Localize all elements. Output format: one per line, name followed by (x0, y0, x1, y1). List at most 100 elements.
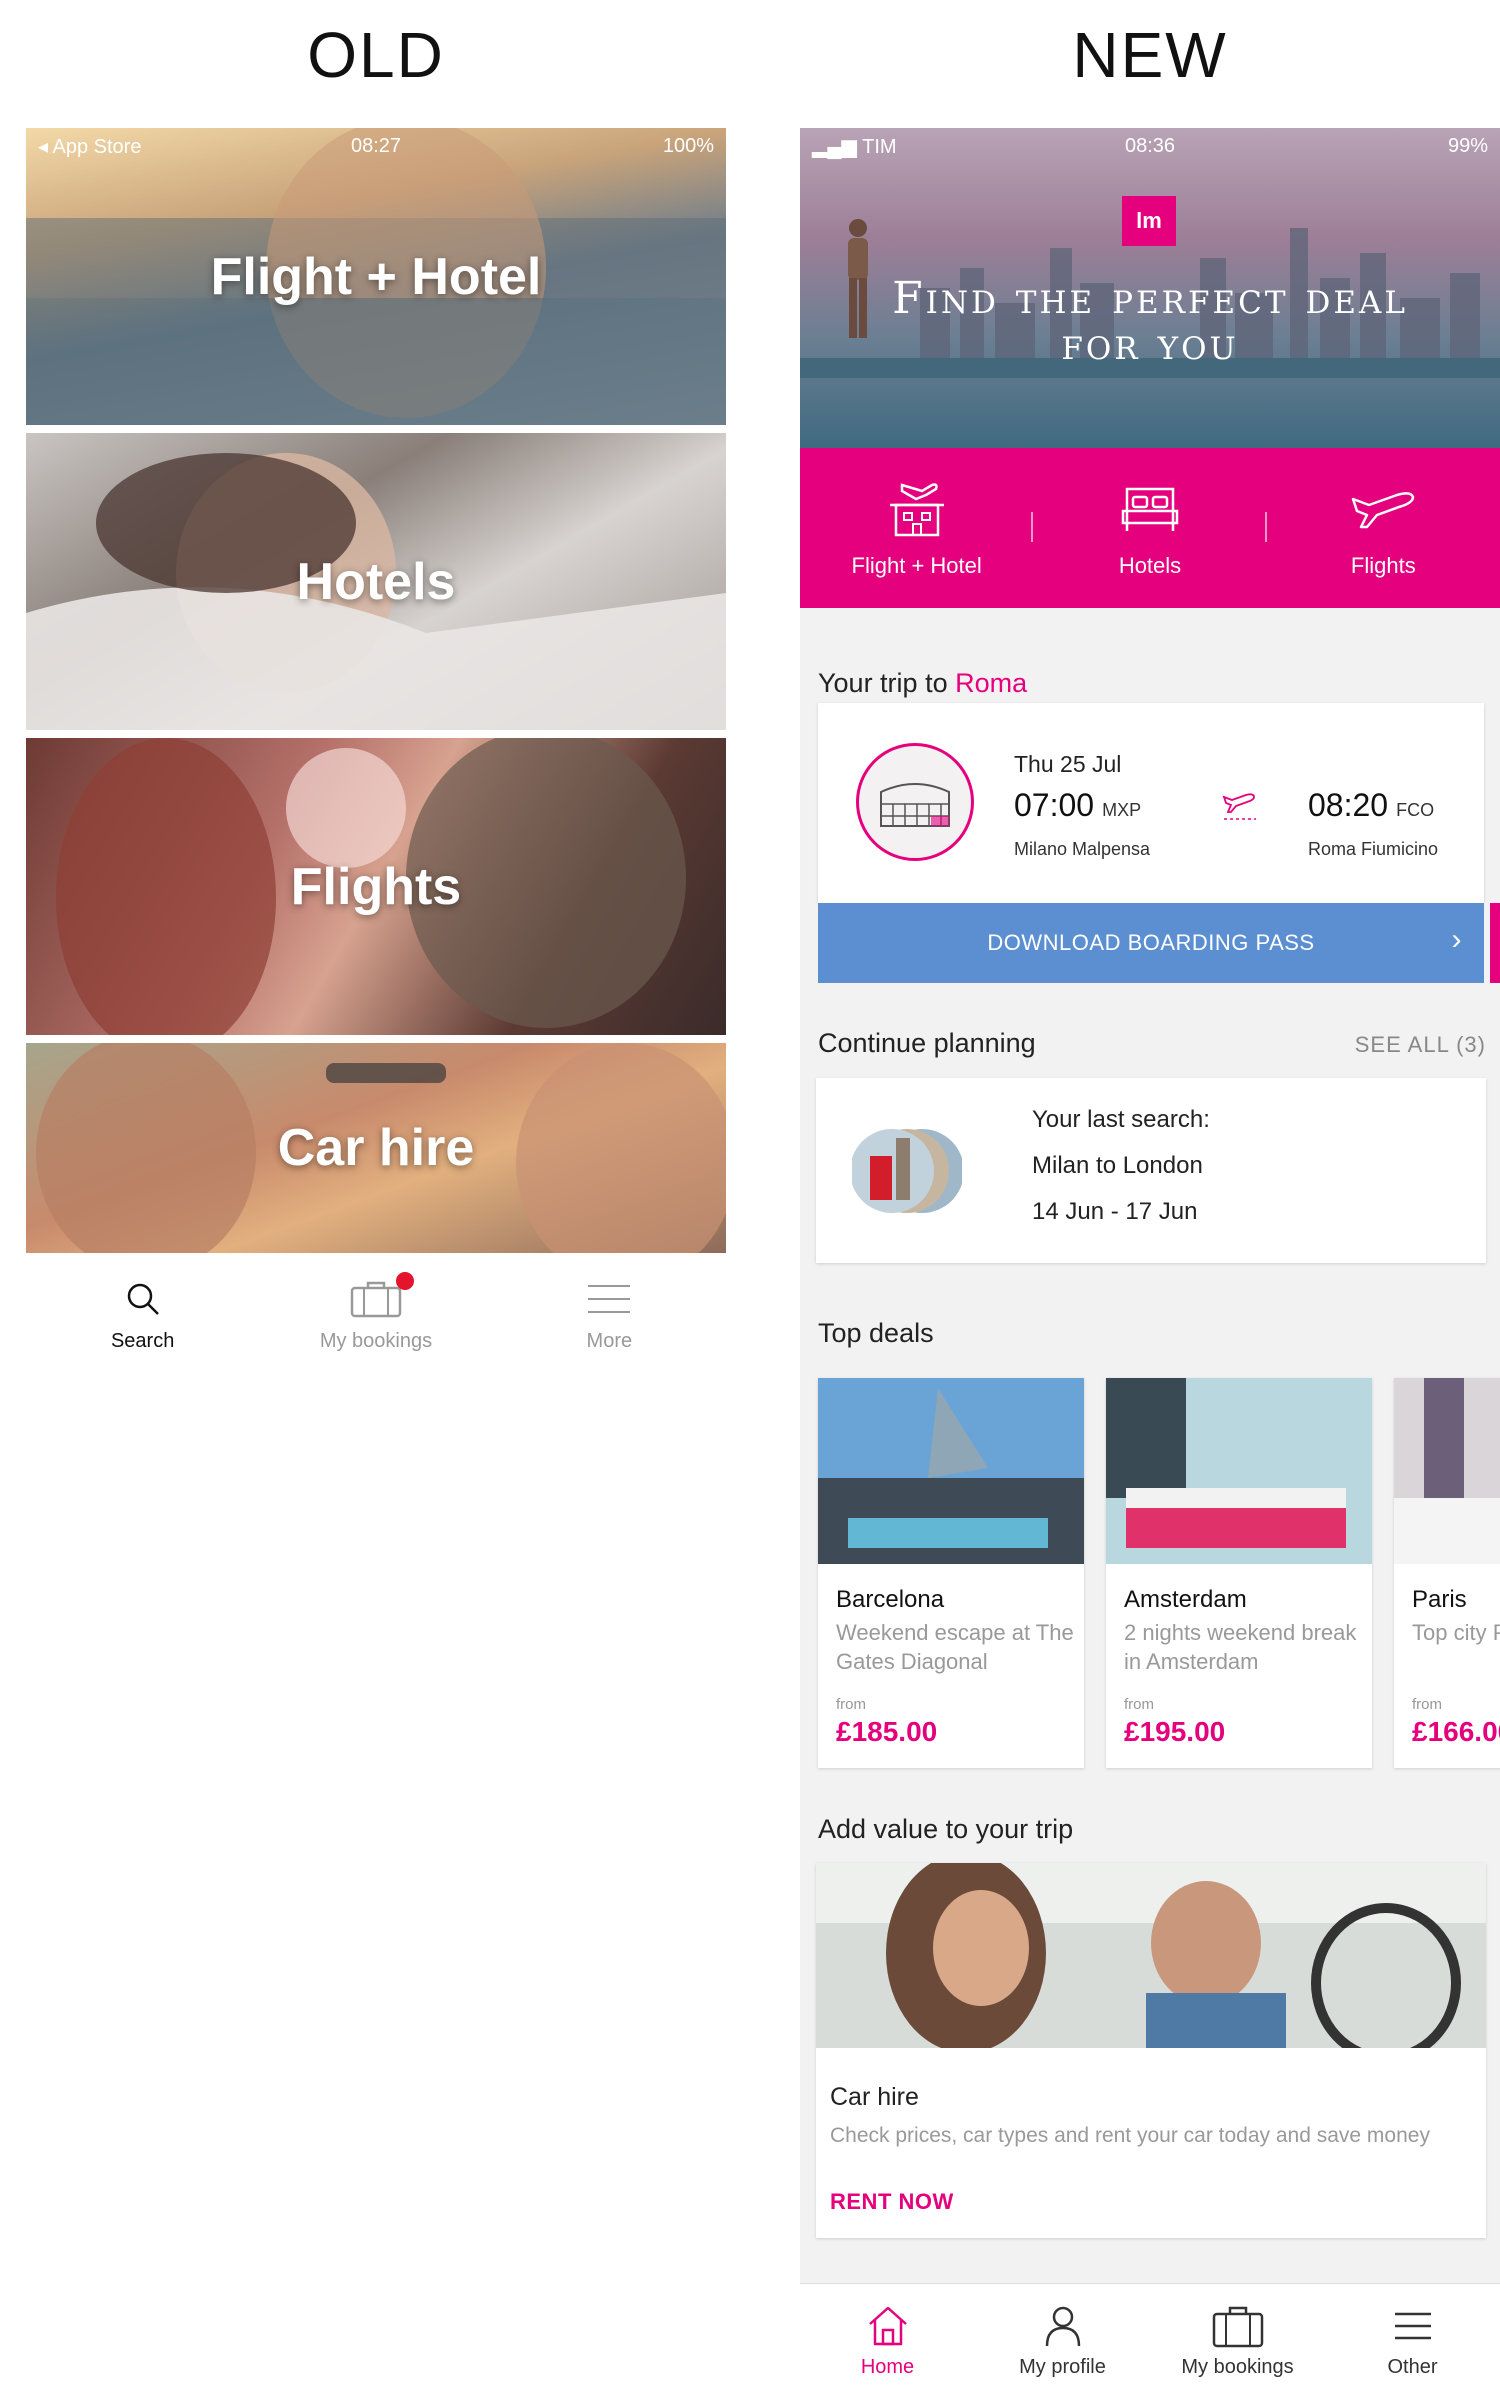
tab-more[interactable]: More (493, 1258, 726, 1368)
last-search-dates: 14 Jun - 17 Jun (1032, 1198, 1198, 1225)
plane-icon (1352, 492, 1415, 529)
new-heading: NEW (1072, 19, 1228, 91)
category-label: Hotels (1118, 553, 1182, 578)
tile-label: Flight + Hotel (210, 247, 542, 306)
london-icon (852, 1129, 962, 1213)
back-to-app-store[interactable]: ◂ App Store (38, 134, 263, 159)
arrival-airport: Roma Fiumicino (1308, 839, 1439, 859)
category-label: Flights (1350, 553, 1416, 578)
departure-airport: Milano Malpensa (1014, 839, 1151, 859)
tab-my-profile[interactable]: My profile (975, 2284, 1150, 2400)
category-bar: Flight + Hotel Hotels Flights (800, 448, 1500, 608)
old-app-screen: ◂ App Store 08:27 100% Flight + Hotel Ho… (26, 128, 726, 1368)
planning-section-title: Continue planning (818, 1028, 1036, 1058)
add-value-title: Add value to your trip (818, 1814, 1074, 1844)
status-bar: ▂▄▆ TIM 08:36 99% (800, 128, 1500, 164)
category-hotels[interactable]: Hotels (1033, 448, 1267, 608)
paris-hotel-photo (1394, 1378, 1500, 1564)
colosseum-icon (880, 783, 950, 827)
brand-logo: lm (1122, 196, 1176, 246)
tile-flights[interactable]: Flights (26, 738, 726, 1035)
rent-now-link[interactable]: RENT NOW (830, 2189, 954, 2215)
trip-date: Thu 25 Jul (1014, 751, 1122, 777)
old-heading: OLD (307, 19, 445, 91)
deal-city: Barcelona (836, 1586, 945, 1613)
car-hire-title: Car hire (830, 2083, 919, 2111)
trip-card[interactable]: Thu 25 Jul 07:00 MXP Milano Malpensa 08:2… (818, 703, 1484, 903)
tab-my-bookings[interactable]: My bookings (259, 1258, 492, 1368)
deal-card-amsterdam[interactable]: Amsterdam 2 nights weekend break in Amst… (1106, 1378, 1372, 1768)
notification-badge (396, 1272, 415, 1290)
last-search-route: Milan to London (1032, 1152, 1203, 1179)
deal-description: 2 nights weekend break in Amsterdam (1124, 1620, 1357, 1674)
category-label: Flight + Hotel (851, 553, 982, 578)
tile-label: Car hire (277, 1119, 475, 1177)
menu-icon (588, 1285, 631, 1313)
status-time: 08:27 (350, 134, 402, 157)
battery-level: 100% (662, 134, 714, 157)
deal-from-label: from (836, 1696, 866, 1713)
status-bar: ◂ App Store 08:27 100% (26, 128, 726, 164)
tile-car-hire[interactable]: Car hire (26, 1043, 726, 1253)
category-flight-hotel[interactable]: Flight + Hotel (800, 448, 1034, 608)
tile-label: Hotels (296, 552, 456, 611)
top-deals-title: Top deals (818, 1318, 934, 1348)
tab-label: More (586, 1330, 633, 1352)
tab-label: My profile (1019, 2356, 1106, 2378)
amsterdam-hotel-photo (1106, 1378, 1372, 1564)
tile-hotels[interactable]: Hotels (26, 433, 726, 730)
menu-icon (1394, 2312, 1431, 2340)
new-tab-bar: Home My profile My bookings Other (800, 2283, 1500, 2400)
tab-label: My bookings (1181, 2356, 1294, 2378)
deal-card-paris[interactable]: Paris Top city Paris in ... from £166.00 (1394, 1378, 1500, 1768)
deal-price: £185.00 (836, 1716, 938, 1747)
new-app-screen: ▂▄▆ TIM 08:36 99% lm Find the perfect de… (800, 128, 1500, 2400)
last-search-card[interactable]: Your last search: Milan to London 14 Jun… (816, 1078, 1486, 1263)
departure-time: 07:00 MXP (1014, 787, 1142, 823)
last-search-label: Your last search: (1032, 1106, 1210, 1133)
category-flights[interactable]: Flights (1267, 448, 1500, 608)
tile-label: Flights (290, 857, 462, 916)
tile-flight-hotel[interactable]: Flight + Hotel (26, 128, 726, 425)
button-label: DOWNLOAD BOARDING PASS (987, 930, 1315, 955)
battery-level: 99% (1447, 134, 1488, 157)
hero-banner: ▂▄▆ TIM 08:36 99% lm Find the perfect de… (800, 128, 1500, 448)
hero-title: Find the perfect deal for you (892, 273, 1408, 371)
chevron-right-icon: › (1451, 923, 1462, 956)
couple-in-car-photo (816, 1863, 1486, 2048)
deal-from-label: from (1412, 1696, 1442, 1713)
deal-city: Paris (1412, 1586, 1467, 1613)
tab-search[interactable]: Search (26, 1258, 259, 1368)
suitcase-icon (350, 1281, 402, 1318)
deal-from-label: from (1124, 1696, 1154, 1713)
tab-my-bookings[interactable]: My bookings (1150, 2284, 1325, 2400)
arrival-time: 08:20 FCO (1308, 787, 1435, 823)
suitcase-icon (1212, 2306, 1263, 2348)
home-icon (868, 2306, 907, 2346)
profile-icon (1045, 2306, 1080, 2347)
flight-hotel-icon (889, 483, 944, 537)
trip-section-title: Your trip to Roma (818, 668, 1028, 698)
deal-price: £195.00 (1124, 1716, 1226, 1747)
tab-label: Search (110, 1330, 175, 1352)
tab-other[interactable]: Other (1325, 2284, 1500, 2400)
bed-icon (1121, 487, 1179, 531)
tab-home[interactable]: Home (800, 2284, 975, 2400)
tab-label: My bookings (319, 1330, 433, 1352)
deal-price: £166.00 (1412, 1716, 1500, 1747)
deal-description: Weekend escape at The Gates Diagonal (836, 1620, 1074, 1674)
old-tab-bar: Search My bookings More (26, 1258, 726, 1368)
deal-description: Top city Paris in ... (1412, 1620, 1500, 1645)
next-card-peek[interactable] (1490, 903, 1500, 983)
barcelona-hotel-photo (818, 1378, 1084, 1564)
car-hire-description: Check prices, car types and rent your ca… (830, 2124, 1430, 2147)
tab-label: Home (860, 2356, 915, 2378)
destination-image (856, 743, 974, 861)
plane-icon (1222, 793, 1256, 820)
download-boarding-pass-button[interactable]: DOWNLOAD BOARDING PASS › (818, 903, 1484, 983)
deal-card-barcelona[interactable]: Barcelona Weekend escape at The Gates Di… (818, 1378, 1084, 1768)
car-hire-card[interactable]: Car hire Check prices, car types and ren… (816, 1863, 1486, 2238)
deal-city: Amsterdam (1124, 1586, 1247, 1613)
carrier: ▂▄▆ TIM (812, 135, 897, 158)
see-all-link[interactable]: SEE ALL (3) (1355, 1032, 1486, 1058)
